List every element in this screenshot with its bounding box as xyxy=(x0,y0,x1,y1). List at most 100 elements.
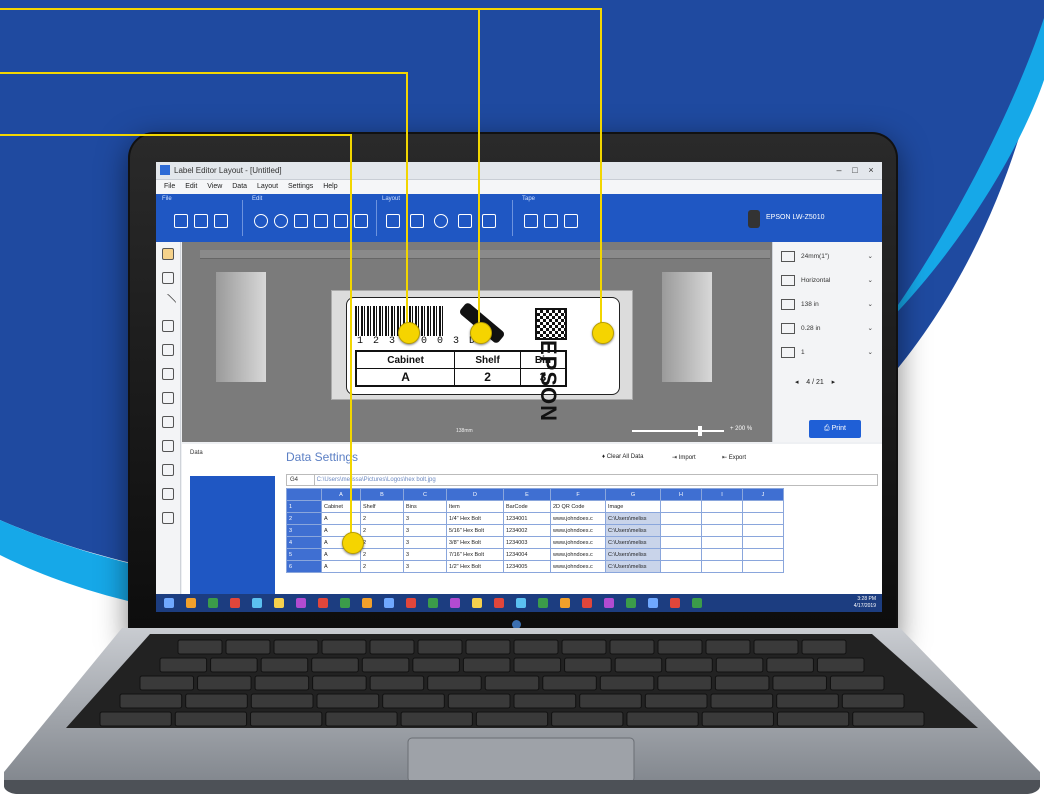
taskbar-app-icon[interactable] xyxy=(362,598,372,608)
taskbar-app-icon[interactable] xyxy=(186,598,196,608)
column-letter[interactable]: B xyxy=(360,488,404,501)
table-cell[interactable]: 3/8" Hex Bolt xyxy=(446,536,504,549)
taskbar-app-icon[interactable] xyxy=(626,598,636,608)
copies-select[interactable]: 1 ⌄ xyxy=(781,346,877,360)
close-button[interactable]: × xyxy=(864,164,878,176)
taskbar-app-icon[interactable] xyxy=(296,598,306,608)
taskbar-app-icon[interactable] xyxy=(604,598,614,608)
taskbar-app-icon[interactable] xyxy=(428,598,438,608)
printer-select[interactable]: EPSON LW-Z5010 xyxy=(766,214,825,221)
taskbar-app-icon[interactable] xyxy=(560,598,570,608)
length-select[interactable]: 138 in ⌄ xyxy=(781,298,877,312)
taskbar-app-icon[interactable] xyxy=(208,598,218,608)
table-cell[interactable] xyxy=(742,524,784,537)
taskbar-app-icon[interactable] xyxy=(230,598,240,608)
table-cell[interactable]: 1234005 xyxy=(503,560,551,573)
table-cell[interactable]: www.johndoes.c xyxy=(550,536,606,549)
table-cell[interactable]: 3 xyxy=(403,524,447,537)
taskbar-app-icon[interactable] xyxy=(406,598,416,608)
zoom-slider-thumb[interactable] xyxy=(698,426,702,436)
table-cell[interactable] xyxy=(660,524,702,537)
table-cell[interactable]: 7/16" Hex Bolt xyxy=(446,548,504,561)
column-letter[interactable]: C xyxy=(403,488,447,501)
header-cell[interactable] xyxy=(742,500,784,513)
table-cell[interactable]: 3 xyxy=(403,548,447,561)
header-cell[interactable] xyxy=(701,500,743,513)
table-cell[interactable] xyxy=(660,560,702,573)
table-cell[interactable] xyxy=(660,548,702,561)
zoom-slider[interactable] xyxy=(632,430,724,432)
table-cell[interactable]: 1234002 xyxy=(503,524,551,537)
table-cell[interactable]: A xyxy=(321,560,361,573)
table-cell[interactable]: 2 xyxy=(360,560,404,573)
table-cell[interactable]: 2 xyxy=(360,548,404,561)
taskbar-app-icon[interactable] xyxy=(252,598,262,608)
clear-all-data-button[interactable]: ♦ Clear All Data xyxy=(602,454,643,460)
column-letter[interactable]: I xyxy=(701,488,743,501)
header-cell[interactable]: Bins xyxy=(403,500,447,513)
taskbar-app-icon[interactable] xyxy=(384,598,394,608)
print-button[interactable]: ⎙ Print xyxy=(809,420,861,438)
maximize-button[interactable]: □ xyxy=(848,164,862,176)
data-grid[interactable]: A B C D E F G H I J 1 Cabinet Shelf Bins Item BarCode 2D… xyxy=(286,488,784,573)
taskbar-app-icon[interactable] xyxy=(450,598,460,608)
table-cell[interactable]: 3 xyxy=(403,560,447,573)
table-cell[interactable]: C:\Users\meliss xyxy=(605,560,661,573)
tape-width-select[interactable]: 24mm(1") ⌄ xyxy=(781,250,877,264)
row-number[interactable]: 5 xyxy=(286,548,322,561)
header-cell[interactable]: BarCode xyxy=(503,500,551,513)
table-cell[interactable]: C:\Users\meliss xyxy=(605,524,661,537)
column-letter[interactable]: G xyxy=(605,488,661,501)
table-cell[interactable] xyxy=(701,524,743,537)
row-number[interactable]: 6 xyxy=(286,560,322,573)
table-cell[interactable]: www.johndoes.c xyxy=(550,560,606,573)
table-cell[interactable] xyxy=(701,548,743,561)
header-cell[interactable] xyxy=(660,500,702,513)
margin-select[interactable]: 0.28 in ⌄ xyxy=(781,322,877,336)
import-button[interactable]: ⇥ Import xyxy=(672,454,696,461)
table-cell[interactable]: C:\Users\meliss xyxy=(605,548,661,561)
table-cell[interactable] xyxy=(701,560,743,573)
table-cell[interactable]: 1234004 xyxy=(503,548,551,561)
next-page-button[interactable]: ▸ xyxy=(832,379,836,386)
prev-page-button[interactable]: ◂ xyxy=(795,379,799,386)
taskbar-app-icon[interactable] xyxy=(274,598,284,608)
taskbar-app-icon[interactable] xyxy=(340,598,350,608)
taskbar-app-icon[interactable] xyxy=(692,598,702,608)
taskbar-app-icon[interactable] xyxy=(472,598,482,608)
label-table[interactable]: Cabinet Shelf Bin A 2 3 xyxy=(355,350,567,387)
start-icon[interactable] xyxy=(164,598,174,608)
minimize-button[interactable]: – xyxy=(832,164,846,176)
table-cell[interactable] xyxy=(660,512,702,525)
formula-bar[interactable]: G4 C:\Users\melissa\Pictures\Logos\hex b… xyxy=(286,474,878,486)
header-cell[interactable]: Image xyxy=(605,500,661,513)
table-cell[interactable] xyxy=(701,512,743,525)
column-letter[interactable]: J xyxy=(742,488,784,501)
column-letter[interactable]: F xyxy=(550,488,606,501)
column-letter[interactable]: D xyxy=(446,488,504,501)
table-cell[interactable]: www.johndoes.c xyxy=(550,524,606,537)
table-cell[interactable]: C:\Users\meliss xyxy=(605,512,661,525)
table-cell[interactable]: www.johndoes.c xyxy=(550,548,606,561)
table-cell[interactable]: 1234003 xyxy=(503,536,551,549)
table-cell[interactable] xyxy=(701,536,743,549)
taskbar-app-icon[interactable] xyxy=(318,598,328,608)
table-cell[interactable]: C:\Users\meliss xyxy=(605,536,661,549)
table-cell[interactable]: 2 xyxy=(360,524,404,537)
table-cell[interactable] xyxy=(742,548,784,561)
table-cell[interactable]: 3 xyxy=(403,512,447,525)
table-cell[interactable]: 2 xyxy=(360,536,404,549)
table-cell[interactable]: 3 xyxy=(403,536,447,549)
table-cell[interactable] xyxy=(742,536,784,549)
header-cell[interactable]: 2D QR Code xyxy=(550,500,606,513)
orientation-select[interactable]: Horizontal ⌄ xyxy=(781,274,877,288)
column-letter[interactable]: H xyxy=(660,488,702,501)
header-cell[interactable]: Item xyxy=(446,500,504,513)
export-button[interactable]: ⇤ Export xyxy=(722,454,746,461)
table-cell[interactable]: 2 xyxy=(360,512,404,525)
table-cell[interactable] xyxy=(742,512,784,525)
table-cell[interactable]: 1/4" Hex Bolt xyxy=(446,512,504,525)
table-cell[interactable]: 5/16" Hex Bolt xyxy=(446,524,504,537)
taskbar-app-icon[interactable] xyxy=(648,598,658,608)
table-cell[interactable]: www.johndoes.c xyxy=(550,512,606,525)
